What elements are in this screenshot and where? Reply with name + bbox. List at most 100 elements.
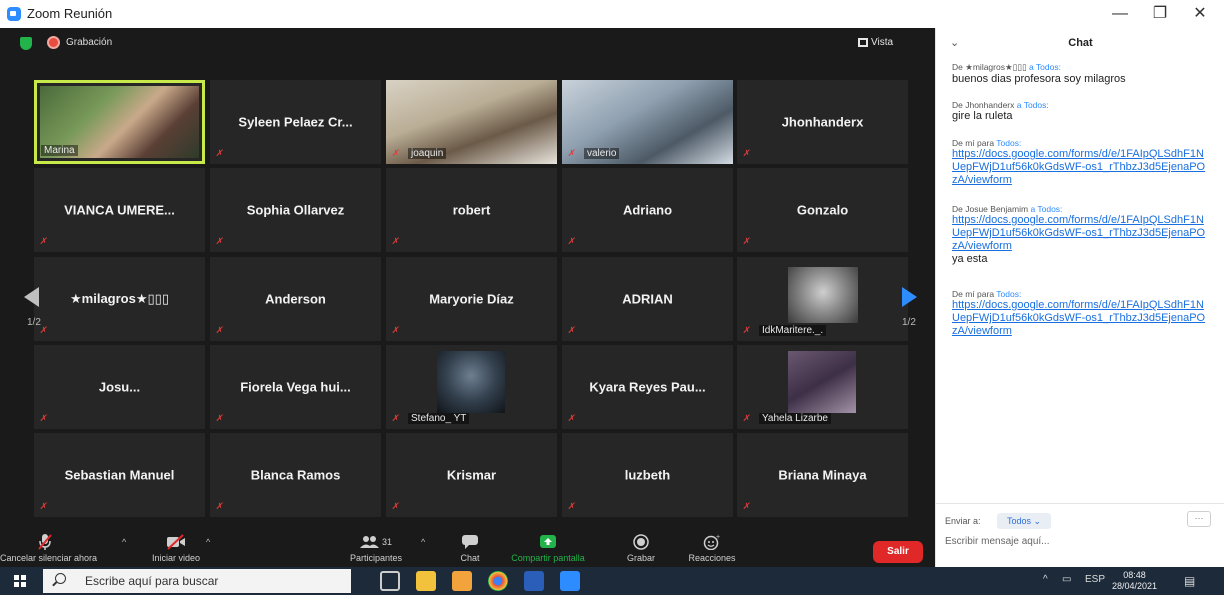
share-screen-button[interactable]: Compartir pantalla (508, 531, 588, 563)
word-icon[interactable] (524, 571, 544, 591)
chat-sender-name: De mí para (952, 138, 995, 148)
participant-tile[interactable]: Marina (34, 80, 205, 164)
record-button[interactable]: Grabar (619, 531, 663, 563)
minimize-button[interactable]: — (1106, 4, 1134, 24)
chat-label: Chat (460, 553, 480, 563)
participant-tile[interactable]: Josu... ✗ (34, 345, 205, 429)
chevron-up-icon[interactable]: ^ (1043, 574, 1048, 585)
participant-tile[interactable]: Adriano ✗ (562, 168, 733, 252)
video-off-icon (144, 531, 208, 553)
participant-tile[interactable]: ADRIAN ✗ (562, 257, 733, 341)
close-button[interactable]: ✕ (1186, 4, 1214, 24)
audio-options-chevron-icon[interactable]: ^ (122, 537, 126, 547)
muted-microphone-icon: ✗ (215, 325, 225, 335)
participant-name: Anderson (265, 291, 326, 307)
windows-start-icon[interactable] (14, 575, 26, 587)
chat-bubble-icon (450, 531, 490, 553)
security-shield-icon[interactable] (20, 37, 32, 50)
restore-button[interactable]: ❐ (1146, 4, 1174, 24)
chat-message-text: buenos dias profesora soy milagros (952, 73, 1126, 85)
taskbar-search-box[interactable]: Escribe aquí para buscar (43, 569, 351, 593)
participant-name-label: Stefano_ YT (408, 413, 470, 424)
participant-tile[interactable]: Briana Minaya ✗ (737, 433, 908, 517)
windows-taskbar: Escribe aquí para buscar ^ ▭ ESP 08:48 2… (0, 567, 1224, 595)
participant-tile[interactable]: Anderson ✗ (210, 257, 381, 341)
participant-tile[interactable]: Sophia Ollarvez ✗ (210, 168, 381, 252)
chat-message-text: ya esta (952, 253, 988, 265)
title-bar: Zoom Reunión — ❐ ✕ (0, 0, 1224, 28)
participant-tile[interactable]: VIANCA UMERE... ✗ (34, 168, 205, 252)
file-explorer-icon[interactable] (416, 571, 436, 591)
unmute-label: Cancelar silenciar ahora (0, 553, 98, 563)
send-to-label: Enviar a: (945, 516, 981, 526)
next-page-arrow-icon[interactable] (902, 287, 917, 307)
participant-tile[interactable]: ★milagros★▯▯▯ ✗ (34, 257, 205, 341)
participant-tile[interactable]: robert ✗ (386, 168, 557, 252)
video-options-chevron-icon[interactable]: ^ (206, 537, 210, 547)
chat-header: ⌄ Chat (936, 28, 1224, 58)
chat-message: De Jhonhanderx a Todos: gire la ruleta (952, 100, 1210, 123)
participant-tile[interactable]: valerio ✗ (562, 80, 733, 164)
participant-tile[interactable]: Jhonhanderx ✗ (737, 80, 908, 164)
participant-tile[interactable]: Blanca Ramos ✗ (210, 433, 381, 517)
chat-sender-name: De mí para (952, 289, 995, 299)
chrome-icon[interactable] (488, 571, 508, 591)
participants-options-chevron-icon[interactable]: ^ (421, 537, 425, 547)
participant-tile[interactable]: Sebastian Manuel ✗ (34, 433, 205, 517)
chat-button[interactable]: Chat (450, 531, 490, 563)
participant-tile[interactable]: Syleen Pelaez Cr... ✗ (210, 80, 381, 164)
grid-view-icon[interactable] (858, 38, 868, 47)
muted-microphone-icon: ✗ (391, 501, 401, 511)
participant-tile[interactable]: luzbeth ✗ (562, 433, 733, 517)
participant-name-label: IdkMaritere._. (759, 325, 827, 336)
page-indicator-left: 1/2 (27, 317, 41, 328)
chat-message-input[interactable]: Escribir mensaje aquí... (945, 536, 1215, 547)
participant-name: Syleen Pelaez Cr... (238, 114, 353, 130)
participant-name-label: valerio (584, 148, 620, 159)
chat-link[interactable]: https://docs.google.com/forms/d/e/1FAIpQ… (952, 148, 1210, 187)
participant-tile[interactable]: Yahela Lizarbe ✗ (737, 345, 908, 429)
start-video-button[interactable]: Iniciar video (144, 531, 208, 563)
input-language[interactable]: ESP (1085, 574, 1105, 585)
participant-name: Briana Minaya (778, 467, 867, 483)
chat-link[interactable]: https://docs.google.com/forms/d/e/1FAIpQ… (952, 214, 1210, 253)
record-label: Grabar (626, 553, 655, 563)
view-button[interactable]: Vista (871, 37, 893, 48)
chat-recipient: a Todos: (1016, 100, 1049, 110)
chat-link[interactable]: https://docs.google.com/forms/d/e/1FAIpQ… (952, 299, 1210, 338)
more-options-button[interactable]: ··· (1187, 511, 1211, 527)
chat-recipient: a Todos: (1030, 204, 1063, 214)
participant-tile[interactable]: Stefano_ YT ✗ (386, 345, 557, 429)
participant-tile[interactable]: Gonzalo ✗ (737, 168, 908, 252)
network-icon[interactable]: ▭ (1062, 574, 1071, 585)
participant-name: Krismar (446, 467, 497, 483)
store-icon[interactable] (452, 571, 472, 591)
unmute-button[interactable]: Cancelar silenciar ahora (0, 531, 98, 563)
recording-label: Grabación (66, 37, 113, 48)
participant-tile[interactable]: IdkMaritere._. ✗ (737, 257, 908, 341)
zoom-app-icon[interactable] (560, 571, 580, 591)
participant-tile[interactable]: Maryorie Díaz ✗ (386, 257, 557, 341)
taskbar-clock[interactable]: 08:48 28/04/2021 (1112, 570, 1157, 592)
zoom-logo-icon (7, 7, 21, 21)
record-icon (619, 531, 663, 553)
participant-name-label: Marina (41, 145, 78, 156)
task-view-icon[interactable] (380, 571, 400, 591)
participant-name: ADRIAN (622, 291, 673, 307)
participant-tile[interactable]: Krismar ✗ (386, 433, 557, 517)
participant-tile[interactable]: joaquin ✗ (386, 80, 557, 164)
send-to-dropdown[interactable]: Todos ⌄ (997, 513, 1051, 529)
participants-button[interactable]: 31 Participantes (341, 531, 411, 563)
muted-microphone-icon: ✗ (567, 413, 577, 423)
participant-name: ★milagros★▯▯▯ (70, 291, 169, 306)
leave-button[interactable]: Salir (873, 541, 923, 563)
participant-tile[interactable]: Fiorela Vega hui... ✗ (210, 345, 381, 429)
notifications-icon[interactable]: ▤ (1184, 574, 1195, 588)
reactions-button[interactable]: + Reacciones (680, 531, 744, 563)
participants-label: Participantes (349, 553, 403, 563)
chat-recipient: a Todos: (1029, 62, 1061, 72)
participant-tile[interactable]: Kyara Reyes Pau... ✗ (562, 345, 733, 429)
participant-video (437, 351, 505, 413)
chat-message: De mí para Todos: https://docs.google.com… (952, 138, 1210, 187)
previous-page-arrow-icon[interactable] (24, 287, 39, 307)
